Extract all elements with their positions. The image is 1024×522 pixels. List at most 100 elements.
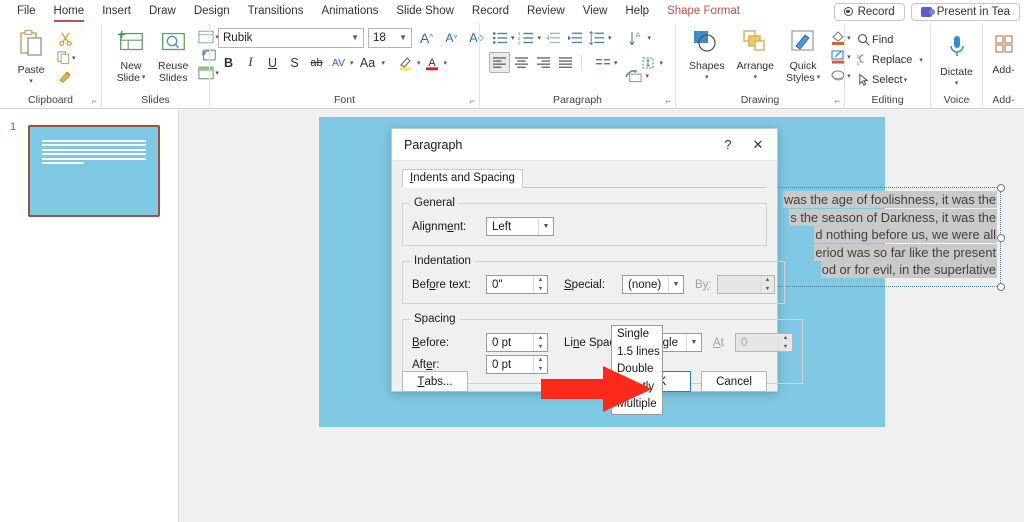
replace-caret-icon[interactable]: ▾ [919, 56, 923, 64]
bold-button[interactable]: B [218, 52, 239, 73]
text-direction-button[interactable]: A [626, 27, 647, 48]
smartart-caret-icon[interactable]: ▾ [645, 72, 649, 80]
align-right-button[interactable] [533, 52, 554, 73]
paste-caret-icon[interactable]: ▾ [29, 76, 33, 88]
close-icon[interactable]: ✕ [741, 129, 775, 160]
line-spacing-button[interactable] [586, 27, 607, 48]
paragraph-dialog-launcher[interactable]: ⌐ [666, 96, 671, 106]
character-spacing-caret-icon[interactable]: ▾ [350, 59, 354, 67]
bullets-caret-icon[interactable]: ▾ [511, 34, 515, 42]
bullets-button[interactable] [489, 27, 510, 48]
quick-styles-caret-icon[interactable]: ▾ [817, 72, 821, 84]
underline-button[interactable]: U [262, 52, 283, 73]
alignment-chevron-down-icon[interactable]: ▼ [538, 218, 553, 235]
align-text-caret-icon[interactable]: ▾ [660, 59, 664, 67]
dictate-caret-icon[interactable]: ▾ [955, 78, 959, 90]
before-text-stepper[interactable]: ▲ ▼ [533, 276, 547, 293]
new-slide-button[interactable]: New Slide ▾ [111, 27, 151, 86]
select-caret-icon[interactable]: ▾ [904, 76, 908, 84]
change-case-caret-icon[interactable]: ▾ [382, 59, 386, 67]
font-color-button[interactable]: A [422, 52, 443, 73]
copy-caret-icon[interactable]: ▾ [72, 54, 76, 62]
replace-button[interactable]: b c Replace ▾ [854, 51, 926, 69]
menu-item-draw[interactable]: Draw [140, 2, 185, 21]
dropdown-option-single[interactable]: Single [612, 326, 662, 344]
arrange-button[interactable]: Arrange ▾ [732, 27, 779, 86]
menu-item-transitions[interactable]: Transitions [239, 2, 313, 21]
decrease-indent-button[interactable] [542, 27, 563, 48]
resize-handle-top-right[interactable] [996, 183, 1005, 192]
line-spacing-caret-icon[interactable]: ▾ [608, 34, 612, 42]
font-size-caret-icon[interactable]: ▼ [399, 33, 407, 42]
add-ins-button[interactable]: Add- [986, 31, 1022, 78]
arrange-caret-icon[interactable]: ▾ [754, 72, 758, 84]
font-size-combo[interactable]: 18 ▼ [368, 27, 412, 48]
shapes-caret-icon[interactable]: ▾ [705, 72, 709, 84]
new-slide-caret-icon[interactable]: ▾ [142, 72, 146, 84]
special-chevron-down-icon[interactable]: ▼ [668, 276, 683, 293]
menu-item-review[interactable]: Review [518, 2, 574, 21]
text-highlight-color-button[interactable] [395, 52, 416, 73]
menu-item-record[interactable]: Record [463, 2, 518, 21]
menu-item-design[interactable]: Design [185, 2, 239, 21]
alignment-select[interactable]: Left ▼ [486, 217, 554, 236]
select-button[interactable]: Select ▾ [854, 71, 910, 89]
find-button[interactable]: Find [854, 31, 896, 49]
columns-caret-icon[interactable]: ▾ [614, 59, 618, 67]
present-in-teams-button[interactable]: Present in Tea [910, 2, 1020, 21]
dictate-button[interactable]: Dictate ▾ [935, 31, 978, 92]
align-center-button[interactable] [511, 52, 532, 73]
font-name-caret-icon[interactable]: ▼ [351, 33, 359, 42]
slide-thumbnail-1[interactable] [28, 125, 160, 217]
change-case-button[interactable]: Aa [355, 52, 381, 73]
highlight-caret-icon[interactable]: ▾ [417, 59, 421, 67]
record-button[interactable]: Record [833, 2, 905, 21]
smartart-button[interactable] [623, 65, 644, 86]
menu-item-shape-format[interactable]: Shape Format [658, 2, 749, 21]
menu-item-help[interactable]: Help [616, 2, 658, 21]
quick-styles-button[interactable]: Quick Styles ▾ [781, 27, 825, 86]
cancel-button[interactable]: Cancel [701, 371, 767, 392]
format-painter-button[interactable] [55, 67, 76, 86]
numbering-caret-icon[interactable]: ▾ [538, 34, 542, 42]
resize-handle-bottom-right[interactable] [996, 282, 1005, 291]
reuse-slides-button[interactable]: Reuse Slides [153, 27, 193, 86]
font-dialog-launcher[interactable]: ⌐ [470, 96, 475, 106]
help-icon[interactable]: ? [715, 129, 741, 160]
paste-button[interactable]: Paste ▾ [11, 27, 51, 90]
text-direction-caret-icon[interactable]: ▾ [648, 34, 652, 42]
resize-handle-middle-right[interactable] [996, 234, 1005, 242]
spacing-before-stepper[interactable]: ▲ ▼ [533, 334, 547, 351]
strikethrough-button[interactable]: ab [306, 52, 327, 73]
text-shadow-button[interactable]: S [284, 52, 305, 73]
dropdown-option-1-5-lines[interactable]: 1.5 lines [612, 344, 662, 362]
drawing-dialog-launcher[interactable]: ⌐ [835, 96, 840, 106]
tabs-button[interactable]: Tabs... [402, 371, 468, 392]
before-text-input[interactable]: 0" ▲ ▼ [486, 275, 548, 294]
numbering-button[interactable]: 1 2 3 [516, 27, 537, 48]
increase-indent-button[interactable] [564, 27, 585, 48]
decrease-font-size-button[interactable]: A ˅ [441, 27, 462, 48]
italic-button[interactable]: I [240, 52, 261, 73]
spacing-before-input[interactable]: 0 pt ▲ ▼ [486, 333, 548, 352]
shapes-button[interactable]: Shapes ▾ [684, 27, 730, 86]
special-select[interactable]: (none) ▼ [622, 275, 684, 294]
font-name-combo[interactable]: Rubik ▼ [218, 27, 364, 48]
menu-item-animations[interactable]: Animations [312, 2, 387, 21]
font-color-caret-icon[interactable]: ▾ [444, 59, 448, 67]
cut-button[interactable] [55, 29, 76, 48]
columns-button[interactable] [592, 52, 613, 73]
menu-item-view[interactable]: View [574, 2, 617, 21]
clipboard-dialog-launcher[interactable]: ⌐ [92, 96, 97, 106]
increase-font-size-button[interactable]: A ^ [416, 27, 437, 48]
menu-item-file[interactable]: File [8, 2, 45, 21]
copy-button[interactable]: ▾ [53, 48, 79, 67]
menu-item-insert[interactable]: Insert [93, 2, 140, 21]
justify-button[interactable] [555, 52, 576, 73]
tab-indents-and-spacing[interactable]: Indents and Spacing [402, 169, 523, 188]
menu-item-slide-show[interactable]: Slide Show [387, 2, 463, 21]
line-spacing-chevron-down-icon[interactable]: ▼ [686, 334, 701, 351]
align-left-button[interactable] [489, 52, 510, 73]
character-spacing-button[interactable]: AV [328, 52, 349, 73]
menu-item-home[interactable]: Home [45, 2, 94, 22]
